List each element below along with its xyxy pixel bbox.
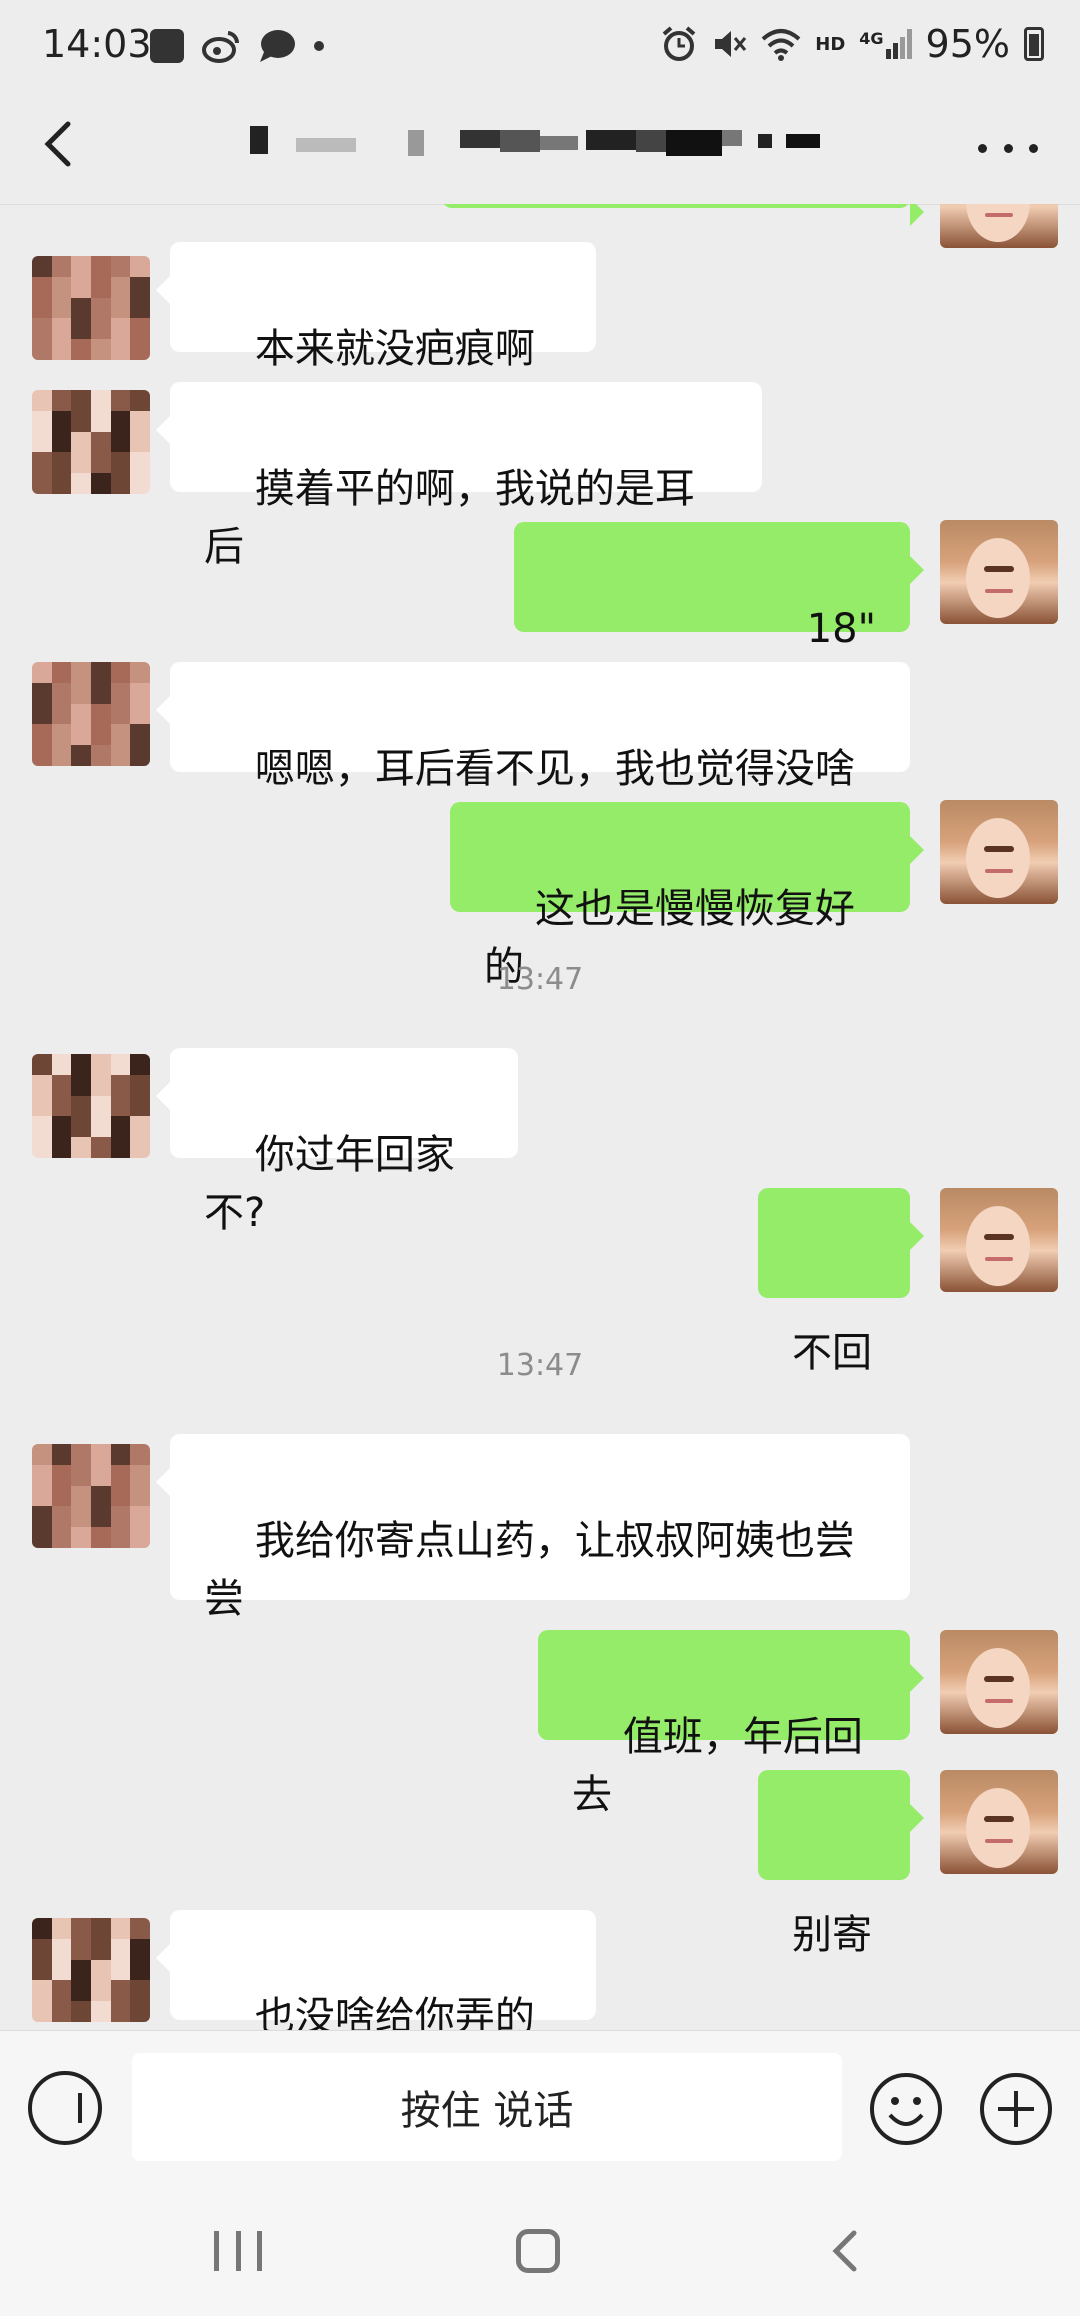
- message-bubble-outgoing[interactable]: 值班，年后回去: [538, 1630, 924, 1818]
- status-bar: 14:03 HD 4G 95%: [0, 0, 1080, 90]
- battery-icon: [1024, 27, 1044, 61]
- avatar-self[interactable]: [940, 1770, 1058, 1874]
- avatar-self[interactable]: [940, 204, 1058, 248]
- emoji-icon[interactable]: [868, 2071, 944, 2147]
- alarm-icon: [662, 26, 696, 61]
- message-bubble-incoming[interactable]: 我给你寄点山药，让叔叔阿姨也尝 尝: [156, 1434, 910, 1622]
- back-icon[interactable]: [826, 2229, 870, 2273]
- chat-header: [0, 90, 1080, 205]
- weibo-icon: [202, 31, 240, 63]
- message-bubble-incoming[interactable]: 摸着平的啊，我说的是耳后: [156, 382, 762, 570]
- status-right: HD 4G 95%: [661, 22, 1044, 66]
- avatar-contact[interactable]: [32, 662, 150, 766]
- avatar-self[interactable]: [940, 1188, 1058, 1292]
- plus-icon[interactable]: [978, 2071, 1054, 2147]
- hold-to-talk-button[interactable]: 按住 说话: [132, 2053, 842, 2161]
- hd-label: HD: [815, 33, 846, 55]
- voice-duration: 18": [806, 606, 876, 652]
- message-bubble-incoming[interactable]: 嗯嗯，耳后看不见，我也觉得没啥: [156, 662, 910, 792]
- message-bubble-outgoing[interactable]: 这也是慢慢恢复好的: [450, 802, 924, 990]
- chat-icon: [260, 30, 295, 62]
- avatar-contact[interactable]: [32, 1444, 150, 1548]
- gallery-icon: [150, 29, 184, 63]
- message-bubble-outgoing[interactable]: 别寄: [758, 1770, 924, 1958]
- voice-input-icon[interactable]: [28, 2071, 102, 2145]
- message-text: 我给你寄点山药，让叔叔阿姨也尝 尝: [204, 1518, 855, 1622]
- chat-title-redacted: [250, 126, 820, 156]
- more-horizontal-icon[interactable]: [978, 118, 1038, 178]
- chevron-left-icon[interactable]: [30, 114, 90, 174]
- avatar-contact[interactable]: [32, 1918, 150, 2022]
- mute-icon: [715, 31, 747, 57]
- voice-message-bubble[interactable]: 18": [514, 522, 924, 709]
- network-type: 4G: [859, 29, 884, 48]
- message-bubble-incoming[interactable]: 本来就没疤痕啊: [156, 242, 596, 431]
- avatar-contact[interactable]: [32, 390, 150, 494]
- message-text: 也没啥给你弄的: [254, 1994, 535, 2030]
- battery-percent: 95%: [925, 22, 1010, 66]
- avatar-contact[interactable]: [32, 1054, 150, 1158]
- status-time: 14:03: [42, 22, 152, 66]
- message-text: 嗯嗯，耳后看不见，我也觉得没啥: [254, 746, 855, 792]
- recents-icon[interactable]: [214, 2231, 262, 2271]
- timestamp: 13:47: [496, 962, 584, 997]
- hold-to-talk-label: 按住 说话: [400, 2088, 574, 2134]
- message-text: 别寄: [792, 1912, 872, 1958]
- chat-area[interactable]: 本来就没疤痕啊 摸着平的啊，我说的是耳后 18" 嗯嗯，耳后看不见，我也觉得没啥…: [0, 204, 1080, 2030]
- avatar-self[interactable]: [940, 520, 1058, 624]
- signal-icon: 4G: [859, 29, 912, 59]
- message-bubble-outgoing[interactable]: 不回: [758, 1188, 924, 1376]
- message-bubble-incoming[interactable]: 也没啥给你弄的: [156, 1910, 596, 2030]
- dot-icon: [314, 41, 324, 51]
- message-bubble-partial[interactable]: [442, 204, 924, 226]
- message-bubble-incoming[interactable]: 你过年回家不?: [156, 1048, 518, 1236]
- message-text: 你过年回家不?: [204, 1132, 455, 1236]
- notification-icons: [150, 28, 324, 64]
- message-text: 本来就没疤痕啊: [254, 326, 535, 372]
- avatar-self[interactable]: [940, 1630, 1058, 1734]
- avatar-contact[interactable]: [32, 256, 150, 360]
- avatar-self[interactable]: [940, 800, 1058, 904]
- system-nav-bar: [0, 2185, 1080, 2316]
- input-bar: 按住 说话: [0, 2030, 1080, 2186]
- timestamp: 13:47: [496, 1348, 584, 1383]
- home-icon[interactable]: [516, 2229, 560, 2273]
- wifi-icon: [761, 29, 801, 61]
